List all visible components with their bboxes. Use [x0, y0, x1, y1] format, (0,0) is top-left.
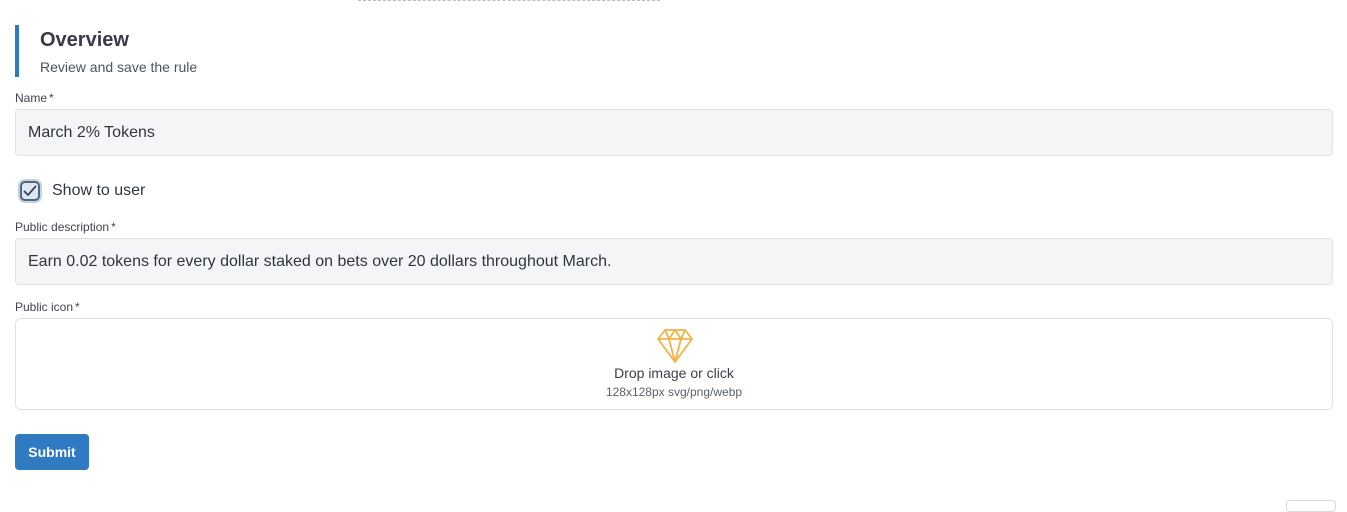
- checkmark-icon: [23, 185, 37, 196]
- bottom-right-control[interactable]: [1286, 500, 1336, 512]
- show-to-user-checkbox[interactable]: [20, 181, 40, 201]
- top-divider: [358, 0, 660, 1]
- name-input[interactable]: [15, 109, 1333, 156]
- dropzone-hint: 128x128px svg/png/webp: [605, 385, 743, 399]
- section-header: Overview Review and save the rule: [15, 25, 197, 77]
- required-mark: *: [49, 91, 54, 105]
- icon-dropzone[interactable]: Drop image or click 128x128px svg/png/we…: [15, 318, 1333, 410]
- public-icon-label-text: Public icon: [15, 300, 74, 314]
- required-mark: *: [111, 220, 116, 234]
- public-description-label: Public description *: [15, 220, 116, 234]
- section-title: Overview: [40, 29, 129, 51]
- public-description-label-text: Public description: [15, 220, 110, 234]
- name-label: Name *: [15, 91, 54, 105]
- diamond-icon: [657, 328, 693, 369]
- required-mark: *: [75, 300, 80, 314]
- submit-button[interactable]: Submit: [15, 434, 89, 470]
- public-description-input[interactable]: [15, 238, 1333, 285]
- show-to-user-row[interactable]: Show to user: [20, 181, 145, 201]
- show-to-user-label[interactable]: Show to user: [52, 182, 145, 200]
- public-icon-label: Public icon *: [15, 300, 80, 314]
- section-subtitle: Review and save the rule: [40, 59, 198, 75]
- name-label-text: Name: [15, 91, 48, 105]
- dropzone-prompt: Drop image or click: [614, 365, 734, 381]
